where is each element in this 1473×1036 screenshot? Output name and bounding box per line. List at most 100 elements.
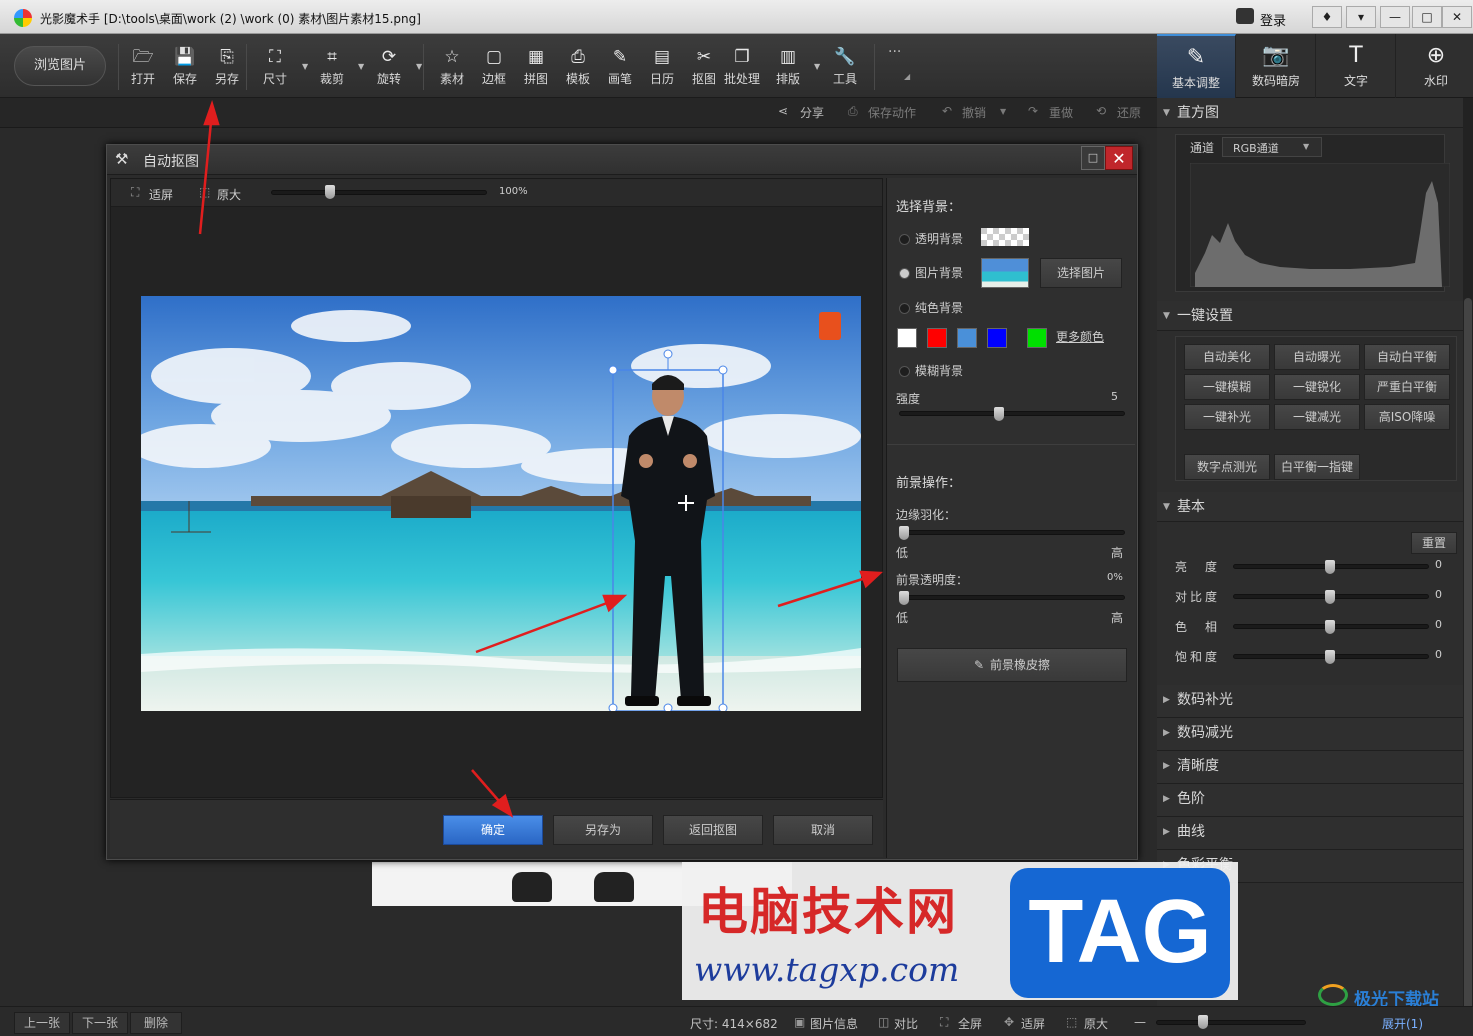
opacity-slider-thumb[interactable]: [899, 591, 909, 605]
tool-resize[interactable]: ⛶ 尺寸: [254, 46, 296, 87]
browse-images-button[interactable]: 浏览图片: [14, 46, 106, 86]
strength-slider[interactable]: [899, 411, 1125, 416]
solid-bg-radio[interactable]: [899, 303, 910, 314]
image-bg-label[interactable]: 图片背景: [915, 264, 963, 281]
tool-tools[interactable]: 🔧 工具: [824, 46, 866, 87]
tab-basic-adjust[interactable]: ✎ 基本调整: [1157, 34, 1236, 98]
status-zoom-slider[interactable]: [1156, 1020, 1306, 1025]
eraser-button[interactable]: ✎ 前景橡皮擦: [897, 648, 1127, 682]
cutout-preview-image[interactable]: [141, 296, 861, 711]
section-header[interactable]: ▶ 数码补光: [1157, 685, 1463, 718]
solid-bg-label[interactable]: 纯色背景: [915, 299, 963, 316]
one-click-header[interactable]: ▼ 一键设置: [1157, 301, 1463, 331]
user-icon[interactable]: [1236, 8, 1254, 24]
tab-darkroom[interactable]: 📷 数码暗房: [1237, 34, 1316, 98]
tool-rotate[interactable]: ⟳ 旋转: [368, 46, 410, 87]
basic-row-slider-thumb[interactable]: [1325, 650, 1335, 664]
image-info-button[interactable]: 图片信息: [810, 1015, 858, 1032]
tool-border[interactable]: ▢ 边框: [473, 46, 515, 87]
tool-save-as[interactable]: ⎘ 另存: [206, 46, 248, 87]
tool-crop[interactable]: ⌗ 裁剪: [311, 46, 353, 87]
tool-layout[interactable]: ▥ 排版: [767, 46, 809, 87]
image-bg-radio[interactable]: [899, 268, 910, 279]
share-button[interactable]: 分享: [800, 104, 824, 121]
tool-brush[interactable]: ✎ 画笔: [599, 46, 641, 87]
one-click-button[interactable]: 严重白平衡: [1364, 374, 1450, 400]
more-tools-button[interactable]: ···: [888, 44, 901, 60]
blur-bg-radio[interactable]: [899, 366, 910, 377]
section-header[interactable]: ▶ 数码减光: [1157, 718, 1463, 751]
feather-slider[interactable]: [899, 530, 1125, 535]
tool-material[interactable]: ☆ 素材: [431, 46, 473, 87]
tool-calendar[interactable]: ▤ 日历: [641, 46, 683, 87]
original-button[interactable]: 原大: [1084, 1015, 1108, 1032]
one-click-extra-button[interactable]: 数字点测光: [1184, 454, 1270, 480]
redo-button[interactable]: 重做: [1049, 104, 1073, 121]
undo-button[interactable]: 撤销: [962, 104, 986, 121]
expand-button[interactable]: 展开(1): [1382, 1015, 1423, 1032]
basic-row-slider-thumb[interactable]: [1325, 560, 1335, 574]
transparent-preview[interactable]: [981, 228, 1029, 246]
one-click-button[interactable]: 高ISO降噪: [1364, 404, 1450, 430]
close-button[interactable]: ✕: [1442, 6, 1472, 28]
tool-template[interactable]: ⎙ 模板: [557, 46, 599, 87]
prev-image-button[interactable]: 上一张: [14, 1012, 70, 1034]
zoom-slider[interactable]: [271, 190, 487, 195]
zoom-out-icon[interactable]: —: [1134, 1015, 1146, 1029]
feather-slider-thumb[interactable]: [899, 526, 909, 540]
delete-button[interactable]: 删除: [130, 1012, 182, 1034]
tool-batch[interactable]: ❐ 批处理: [721, 46, 763, 87]
tool-cutout[interactable]: ✂ 抠图: [683, 46, 725, 87]
compare-button[interactable]: 对比: [894, 1015, 918, 1032]
color-swatch[interactable]: [897, 328, 917, 348]
basic-row-slider-thumb[interactable]: [1325, 620, 1335, 634]
fit-button[interactable]: 适屏: [1021, 1015, 1045, 1032]
original-size-button[interactable]: 原大: [217, 186, 241, 203]
tab-watermark[interactable]: ⊕ 水印: [1397, 34, 1473, 98]
transparent-bg-radio[interactable]: [899, 234, 910, 245]
one-click-button[interactable]: 自动美化: [1184, 344, 1270, 370]
maximize-button[interactable]: □: [1412, 6, 1442, 28]
color-swatch[interactable]: [1027, 328, 1047, 348]
color-swatch[interactable]: [957, 328, 977, 348]
tool-dropdown-icon[interactable]: ▼: [814, 62, 820, 71]
tool-collage[interactable]: ▦ 拼图: [515, 46, 557, 87]
histogram-header[interactable]: ▼ 直方图: [1157, 98, 1463, 128]
dialog-close-button[interactable]: ✕: [1105, 146, 1133, 170]
tool-dropdown-icon[interactable]: ▼: [416, 62, 422, 71]
one-click-extra-button[interactable]: 白平衡一指键: [1274, 454, 1360, 480]
choose-image-button[interactable]: 选择图片: [1040, 258, 1122, 288]
one-click-button[interactable]: 自动曝光: [1274, 344, 1360, 370]
tool-dropdown-icon[interactable]: ▼: [358, 62, 364, 71]
tool-dropdown-icon[interactable]: ▼: [302, 62, 308, 71]
section-header[interactable]: ▶ 色阶: [1157, 784, 1463, 817]
reset-button[interactable]: 重置: [1411, 532, 1457, 554]
more-colors-link[interactable]: 更多颜色: [1056, 328, 1104, 345]
basic-row-slider-thumb[interactable]: [1325, 590, 1335, 604]
tool-open[interactable]: 🗁 打开: [122, 46, 164, 87]
undo-dropdown-icon[interactable]: ▼: [1000, 107, 1006, 116]
zoom-slider-thumb[interactable]: [324, 185, 335, 199]
cancel-button[interactable]: 取消: [773, 815, 873, 845]
color-swatch[interactable]: [987, 328, 1007, 348]
right-scrollbar[interactable]: [1463, 98, 1473, 1036]
confirm-button[interactable]: 确定: [443, 815, 543, 845]
one-click-button[interactable]: 一键模糊: [1184, 374, 1270, 400]
transparent-bg-label[interactable]: 透明背景: [915, 230, 963, 247]
login-link[interactable]: 登录: [1260, 10, 1286, 29]
skin-button[interactable]: ♦: [1312, 6, 1342, 28]
one-click-button[interactable]: 一键补光: [1184, 404, 1270, 430]
status-zoom-thumb[interactable]: [1198, 1015, 1208, 1029]
one-click-button[interactable]: 自动白平衡: [1364, 344, 1450, 370]
tool-save[interactable]: 💾 保存: [164, 46, 206, 87]
one-click-button[interactable]: 一键减光: [1274, 404, 1360, 430]
strength-slider-thumb[interactable]: [994, 407, 1004, 421]
fit-screen-button[interactable]: 适屏: [149, 186, 173, 203]
scroll-thumb[interactable]: [1464, 298, 1472, 1036]
save-action-button[interactable]: 保存动作: [868, 104, 916, 121]
menu-button[interactable]: ▾: [1346, 6, 1376, 28]
minimize-button[interactable]: —: [1380, 6, 1410, 28]
save-as-button[interactable]: 另存为: [553, 815, 653, 845]
section-header[interactable]: ▶ 曲线: [1157, 817, 1463, 850]
opacity-slider[interactable]: [899, 595, 1125, 600]
